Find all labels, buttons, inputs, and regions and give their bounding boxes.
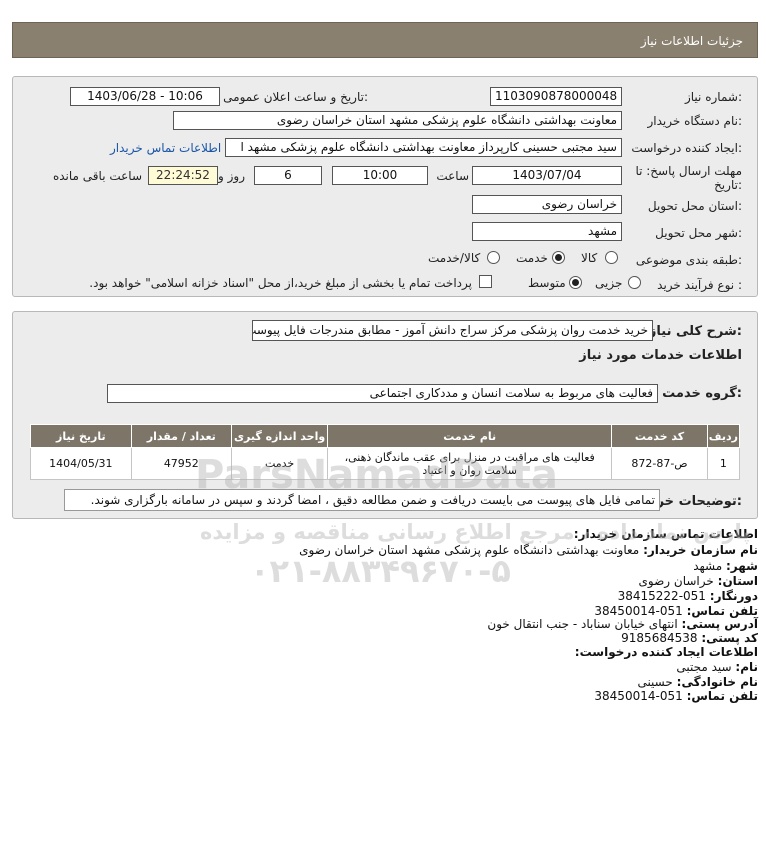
- cell-code: ص-87-872: [611, 447, 708, 480]
- category-option-service: خدمت: [516, 251, 548, 265]
- cell-name: فعالیت های مراقبت در منزل برای عقب ماندگ…: [327, 447, 613, 480]
- col-name-header: نام خدمت: [327, 424, 613, 448]
- table-row: 1 ص-87-872 فعالیت های مراقبت در منزل برا…: [30, 447, 741, 480]
- creator-field: سید مجتبی حسینی کارپرداز معاونت بهداشتی …: [225, 138, 622, 157]
- city-field: مشهد: [472, 222, 622, 241]
- province-field: خراسان رضوی: [472, 195, 622, 214]
- contact-fax-line: دورنگار: 051-38415222: [617, 589, 758, 603]
- buyer-org-label: نام دستگاه خریدار:: [647, 114, 743, 128]
- announce-field: 1403/06/28 - 10:06: [70, 87, 220, 106]
- buyer-notes-field: تمامی فایل های پیوست می بایست دریافت و ض…: [64, 489, 660, 511]
- province-label: استان محل تحویل:: [647, 199, 742, 213]
- contact-city-line: شهر: مشهد: [693, 559, 758, 573]
- creator-family-line: نام خانوادگی: حسینی: [637, 675, 758, 689]
- buyer-contact-link[interactable]: اطلاعات تماس خریدار: [110, 141, 221, 155]
- contact-address-line: آدرس پستی: انتهای خیابان سناباد - جنب ان…: [487, 617, 758, 631]
- remaining-time-label: ساعت باقی مانده: [52, 169, 142, 183]
- days-field: 6: [254, 166, 322, 185]
- page-header: جزئیات اطلاعات نیاز: [12, 22, 758, 58]
- page-title: جزئیات اطلاعات نیاز: [640, 34, 743, 48]
- description-panel: [12, 311, 758, 519]
- col-date-header: تاریخ نیاز: [30, 424, 132, 448]
- city-label: شهر محل تحویل:: [655, 226, 742, 240]
- category-radio-service[interactable]: [552, 251, 565, 264]
- contact-postal-line: کد پستی: 9185684538: [621, 631, 758, 645]
- description-field: خرید خدمت روان پزشکی مرکز سراج دانش آموز…: [252, 320, 653, 341]
- category-radio-goods-service[interactable]: [487, 251, 500, 264]
- contact-province-line: استان: خراسان رضوی: [638, 574, 758, 588]
- process-radio-medium[interactable]: [569, 276, 582, 289]
- need-number-label: شماره نیاز:: [684, 90, 742, 104]
- cell-date: 1404/05/31: [30, 447, 132, 480]
- process-label: نوع فرآیند خرید :: [657, 278, 742, 292]
- days-label: روز و: [218, 169, 245, 183]
- services-table: ردیف کد خدمت نام خدمت واحد اندازه گیری ت…: [30, 424, 741, 480]
- deadline-time-field: 10:00: [332, 166, 428, 185]
- cell-unit: خدمت: [230, 447, 329, 480]
- process-option-minor: جزیی: [595, 276, 623, 290]
- need-number-field: 1103090878000048: [490, 87, 622, 106]
- payment-note: پرداخت تمام یا بخشی از مبلغ خرید،از محل …: [89, 276, 472, 290]
- deadline-date-field: 1403/07/04: [472, 166, 622, 185]
- creator-phone-line: تلفن تماس: 051-38450014: [594, 689, 758, 703]
- table-header-row: ردیف کد خدمت نام خدمت واحد اندازه گیری ت…: [30, 424, 741, 448]
- cell-qty: 47952: [130, 447, 232, 480]
- services-title: اطلاعات خدمات مورد نیاز: [579, 348, 742, 363]
- description-label: شرح کلی نیاز:: [648, 324, 742, 339]
- service-group-field: فعالیت های مربوط به سلامت انسان و مددکار…: [107, 384, 658, 403]
- process-radio-minor[interactable]: [628, 276, 641, 289]
- watermark-phone: ۰۲۱-۸۸۳۴۹۶۷۰-۵: [250, 552, 511, 590]
- deadline-date-label: تاریخ:: [714, 178, 742, 192]
- col-row-header: ردیف: [706, 424, 741, 448]
- remaining-time-field: 22:24:52: [148, 166, 218, 185]
- payment-checkbox[interactable]: [479, 275, 492, 288]
- category-option-goods-service: کالا/خدمت: [428, 251, 481, 265]
- process-option-medium: متوسط: [528, 276, 566, 290]
- col-qty-header: تعداد / مقدار: [130, 424, 232, 448]
- announce-label: تاریخ و ساعت اعلان عمومی:: [223, 90, 368, 104]
- category-option-goods: کالا: [581, 251, 598, 265]
- deadline-time-label: ساعت: [436, 169, 469, 183]
- contact-title: اطلاعات تماس سازمان خریدار:: [573, 527, 758, 541]
- col-code-header: کد خدمت: [611, 424, 708, 448]
- service-group-label: گروه خدمت:: [662, 386, 742, 401]
- creator-label: ایجاد کننده درخواست:: [631, 141, 742, 155]
- cell-row: 1: [706, 447, 741, 480]
- category-radio-goods[interactable]: [605, 251, 618, 264]
- deadline-label: مهلت ارسال پاسخ: تا: [635, 164, 742, 178]
- category-label: طبقه بندی موضوعی:: [635, 253, 742, 267]
- contact-phone-line: تلفن تماس: 051-38450014: [594, 604, 758, 618]
- contact-org-line: نام سازمان خریدار: معاونت بهداشتی دانشگا…: [299, 543, 758, 557]
- col-unit-header: واحد اندازه گیری: [230, 424, 329, 448]
- creator-name-line: نام: سید مجتبی: [676, 660, 758, 674]
- buyer-org-field: معاونت بهداشتی دانشگاه علوم پزشکی مشهد ا…: [173, 111, 622, 130]
- creator-info-title: اطلاعات ایجاد کننده درخواست:: [574, 645, 758, 659]
